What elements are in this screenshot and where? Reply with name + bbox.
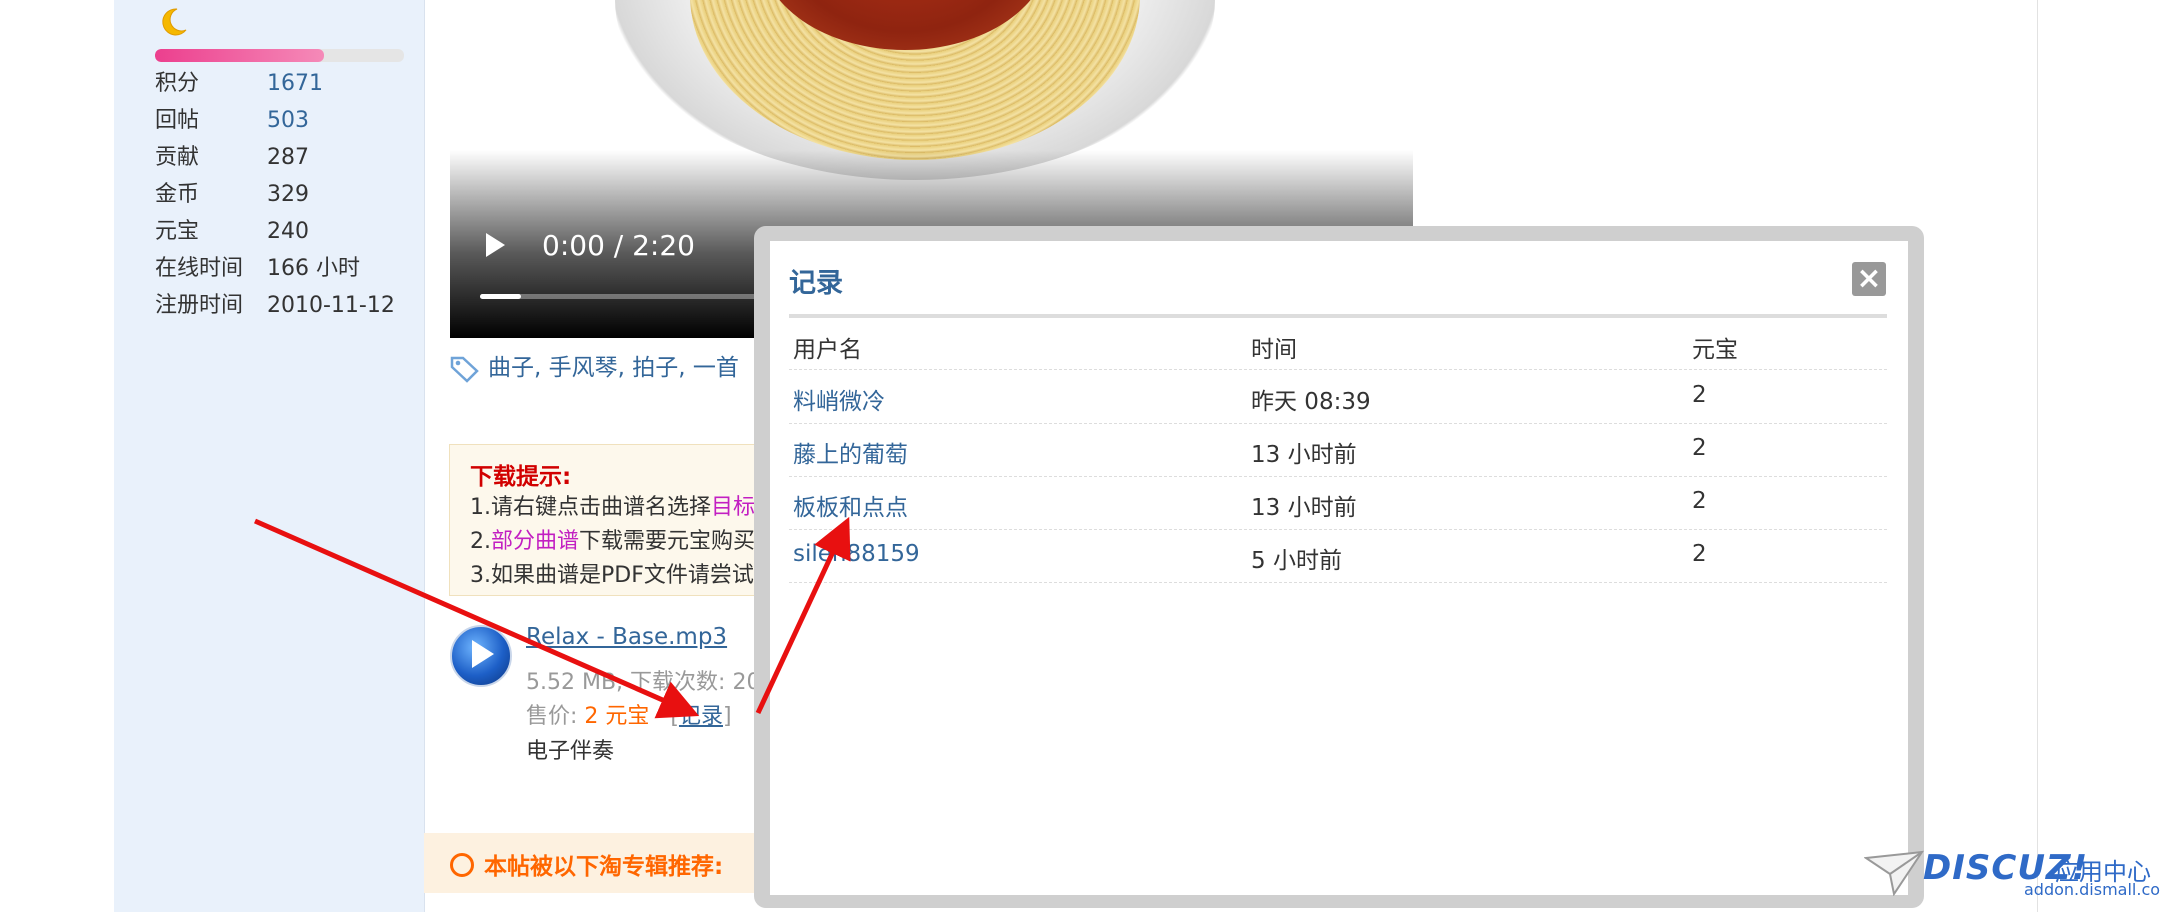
column-header-user: 用户名 — [793, 337, 862, 363]
close-icon[interactable]: × — [1852, 262, 1886, 296]
cell-user[interactable]: 料峭微冷 — [793, 382, 885, 416]
download-tip-1: 1.请右键点击曲谱名选择目标 — [470, 491, 755, 525]
download-tip-1-text: 1.请右键点击曲谱名选择 — [470, 495, 711, 520]
download-tip-1-highlight: 目标 — [711, 495, 756, 520]
download-tip-2-highlight: 部分曲谱 — [491, 529, 580, 554]
profile-stat-label: 积分 — [155, 71, 200, 96]
thread-tags: 曲子, 手风琴, 拍子, 一首 — [450, 350, 739, 386]
cell-amount: 2 — [1692, 488, 1707, 514]
profile-stat-value[interactable]: 503 — [267, 108, 309, 133]
tag-list[interactable]: 曲子, 手风琴, 拍子, 一首 — [488, 355, 739, 381]
profile-stat-label: 元宝 — [155, 219, 200, 244]
attachment-filename-link[interactable]: Relax - Base.mp3 — [526, 624, 727, 650]
level-progress-fill — [155, 49, 325, 62]
download-tip-2: 2.部分曲谱下载需要元宝购买 — [470, 525, 755, 559]
cell-amount: 2 — [1692, 382, 1707, 408]
profile-stat-label: 贡献 — [155, 145, 200, 170]
download-tip-2-num: 2. — [470, 529, 491, 554]
video-time: 0:00 / 2:20 — [542, 229, 695, 262]
profile-stat: 注册时间 2010-11-12 — [155, 288, 425, 324]
attachment-meta: 5.52 MB, 下载次数: 20 — [526, 670, 761, 695]
cell-time: 昨天 08:39 — [1251, 389, 1371, 415]
download-tips-title: 下载提示: — [470, 464, 572, 490]
price-value: 2 元宝 — [584, 704, 650, 729]
cell-user[interactable]: 藤上的葡萄 — [793, 435, 908, 469]
profile-stat-value: 2010-11-12 — [267, 293, 395, 318]
paper-plane-icon — [1864, 850, 1924, 896]
level-progress-bar — [155, 49, 404, 62]
table-row: 板板和点点 13 小时前 2 — [789, 476, 1887, 530]
profile-stat-value: 329 — [267, 182, 309, 207]
profile-stat: 在线时间 166 小时 — [155, 251, 425, 287]
topic-recommend-label: 本帖被以下淘专辑推荐: — [484, 854, 724, 880]
price-label: 售价: — [526, 704, 585, 729]
profile-stat-value: 287 — [267, 145, 309, 170]
profile-stat: 回帖 503 — [155, 103, 425, 139]
cell-time: 13 小时前 — [1251, 442, 1357, 468]
topic-recommend-title: 本帖被以下淘专辑推荐: — [450, 847, 723, 881]
content-border — [2037, 0, 2038, 912]
circle-icon — [450, 853, 474, 877]
profile-stat: 金币 329 — [155, 177, 425, 213]
profile-stat-label: 金币 — [155, 182, 200, 207]
cell-time: 5 小时前 — [1251, 548, 1342, 574]
record-link[interactable]: 记录 — [679, 704, 723, 729]
profile-stat-label: 注册时间 — [155, 293, 244, 318]
profile-stat-value: 240 — [267, 219, 309, 244]
cell-user[interactable]: silen88159 — [793, 541, 920, 567]
table-row: silen88159 5 小时前 2 — [789, 529, 1887, 583]
dialog-title: 记录 — [789, 268, 843, 299]
column-header-amount: 元宝 — [1692, 337, 1738, 363]
table-row: 料峭微冷 昨天 08:39 2 — [789, 370, 1887, 424]
profile-stat-label: 回帖 — [155, 108, 200, 133]
cell-user[interactable]: 板板和点点 — [793, 488, 908, 522]
download-tip-3: 3.如果曲谱是PDF文件请尝试用 — [470, 563, 776, 588]
profile-stat: 元宝 240 — [155, 214, 425, 250]
cell-amount: 2 — [1692, 435, 1707, 461]
dialog-title-divider — [789, 314, 1887, 318]
discuz-url: addon.dismall.com — [2024, 880, 2161, 899]
cell-time: 13 小时前 — [1251, 495, 1357, 521]
profile-stat: 积分 1671 — [155, 66, 425, 102]
video-scrubber-fill — [480, 294, 521, 299]
attachment-description: 电子伴奏 — [526, 739, 615, 764]
cell-amount: 2 — [1692, 541, 1707, 567]
profile-stat-label: 在线时间 — [155, 256, 244, 281]
table-row: 藤上的葡萄 13 小时前 2 — [789, 423, 1887, 477]
tag-icon — [450, 356, 479, 383]
profile-stat-value[interactable]: 1671 — [267, 71, 323, 96]
profile-stat: 贡献 287 — [155, 140, 425, 176]
column-header-time: 时间 — [1251, 337, 1297, 363]
play-icon[interactable] — [486, 233, 505, 257]
media-play-icon — [472, 640, 494, 668]
attachment-price: 售价: 2 元宝 [记录] — [526, 704, 732, 729]
download-tip-2-text: 下载需要元宝购买 — [579, 529, 756, 554]
moon-level-icon — [162, 8, 187, 36]
profile-stat-value: 166 小时 — [267, 256, 360, 281]
